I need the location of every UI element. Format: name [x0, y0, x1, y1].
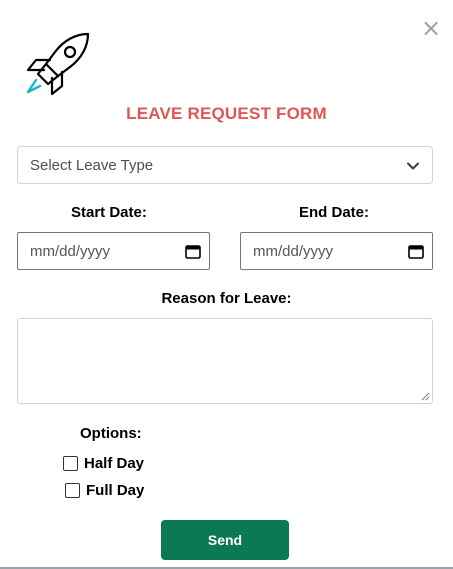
end-date-input[interactable]: mm/dd/yyyy [240, 232, 433, 270]
calendar-icon[interactable] [185, 244, 201, 259]
chevron-down-icon [407, 162, 419, 170]
end-date-label: End Date: [299, 204, 370, 221]
start-date-value: mm/dd/yyyy [30, 242, 111, 260]
options-label: Options: [80, 425, 142, 442]
full-day-checkbox[interactable] [65, 483, 80, 498]
start-date-input[interactable]: mm/dd/yyyy [17, 232, 210, 270]
half-day-label: Half Day [84, 455, 145, 472]
leave-type-value: Select Leave Type [30, 156, 154, 174]
reason-label: Reason for Leave: [161, 290, 292, 307]
resize-grip-icon[interactable] [421, 392, 430, 401]
send-button[interactable]: Send [161, 520, 289, 560]
start-date-label: Start Date: [71, 204, 147, 221]
half-day-option[interactable]: Half Day [63, 455, 144, 472]
full-day-label: Full Day [86, 482, 145, 499]
half-day-checkbox[interactable] [63, 456, 78, 471]
end-date-value: mm/dd/yyyy [253, 242, 334, 260]
leave-request-modal: × LEAVE REQUEST FORM Select Leave Type S… [0, 0, 453, 569]
reason-textarea[interactable] [17, 318, 433, 404]
form-title: LEAVE REQUEST FORM [126, 104, 327, 123]
leave-type-select[interactable]: Select Leave Type [17, 146, 433, 184]
rocket-icon [26, 32, 90, 96]
close-button[interactable]: × [421, 16, 441, 40]
calendar-icon[interactable] [408, 244, 424, 259]
full-day-option[interactable]: Full Day [65, 482, 144, 499]
